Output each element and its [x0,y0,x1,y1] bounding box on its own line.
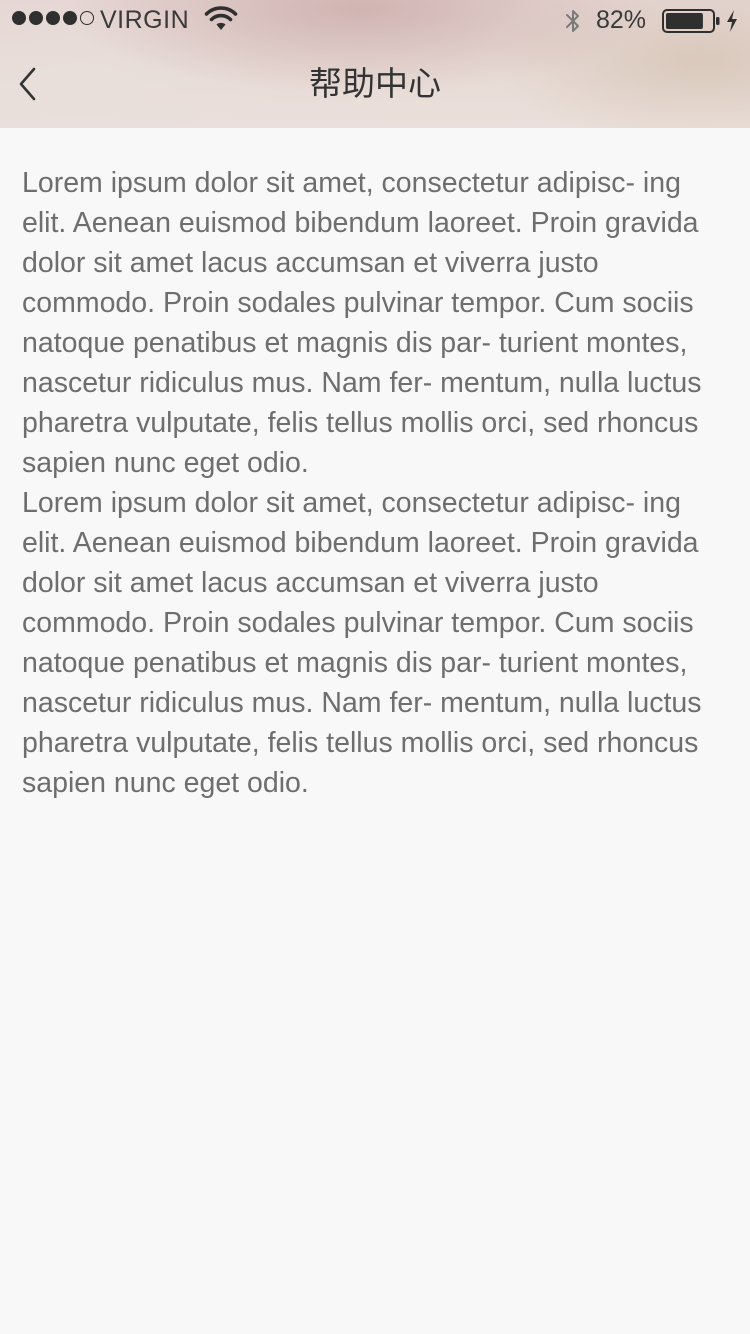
signal-dot-empty [80,11,94,25]
carrier-name: VIRGIN [100,6,190,34]
battery-fill [666,13,703,29]
signal-dot [46,11,60,25]
help-center-screen: VIRGIN 82% 帮助中心 Lorem ipsum dolor sit am… [0,0,750,1334]
bluetooth-icon [566,10,579,32]
back-button[interactable] [6,60,50,108]
help-content: Lorem ipsum dolor sit amet, consectetur … [22,163,728,803]
status-bar: VIRGIN 82% [0,0,750,40]
charging-bolt-icon [727,10,737,32]
help-paragraph: Lorem ipsum dolor sit amet, consectetur … [22,487,702,799]
battery-percent: 82% [596,6,647,34]
help-paragraph: Lorem ipsum dolor sit amet, consectetur … [22,167,702,479]
wifi-icon [204,6,238,30]
signal-strength-icon [12,11,94,25]
signal-dot [29,11,43,25]
signal-dot [12,11,26,25]
chevron-left-icon [19,67,36,101]
battery-icon [662,9,720,33]
signal-dot [63,11,77,25]
page-title: 帮助中心 [309,64,441,103]
nav-bar: 帮助中心 [0,40,750,128]
header: VIRGIN 82% 帮助中心 [0,0,750,128]
